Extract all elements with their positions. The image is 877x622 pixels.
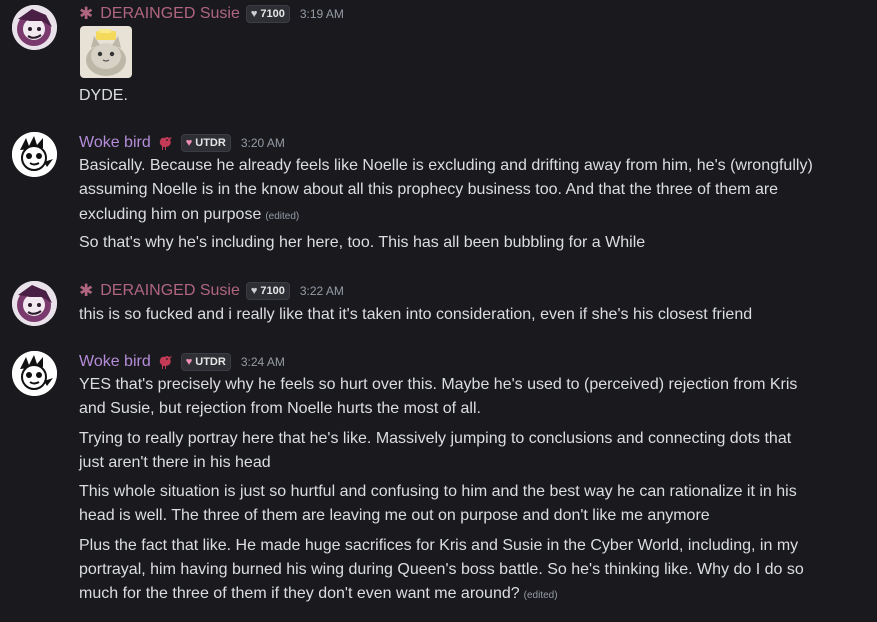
role-tag[interactable]: ♥ 7100 [245,5,290,23]
message-line: portrayal, him having burned his wing du… [79,558,859,582]
message-line: YES that's precisely why he feels so hur… [79,373,859,397]
cat-with-butter-sticker[interactable] [80,26,132,78]
message-text: assuming Noelle is in the know about all… [79,181,779,198]
timestamp[interactable]: 3:20 AM [241,136,285,150]
message-line: much for the three of them if they don't… [79,582,859,608]
message-text: this is so fucked and i really like that… [79,306,753,323]
message-text: head is well. The three of them are leav… [79,507,710,524]
avatar[interactable] [12,281,57,326]
message-text: excluding him on purpose [79,206,262,223]
avatar[interactable] [12,351,57,396]
message-line: excluding him on purpose (edited) [79,203,859,229]
author-name[interactable]: DERAINGED Susie [100,281,240,301]
message-line: assuming Noelle is in the know about all… [79,178,859,202]
role-tag-label: 7100 [260,285,285,297]
message-line: this is so fucked and i really like that… [79,303,859,327]
message-text: So that's why he's including her here, t… [79,234,646,251]
message-line: This whole situation is just so hurtful … [79,480,859,504]
message-line: head is well. The three of them are leav… [79,504,859,528]
message-text: Trying to really portray here that he's … [79,430,792,447]
message-text: YES that's precisely why he feels so hur… [79,376,798,393]
bird-emoji-icon [157,353,175,371]
message-text: Basically. Because he already feels like… [79,157,813,174]
edited-label[interactable]: (edited) [265,211,299,222]
message-line: Plus the fact that like. He made huge sa… [79,534,859,558]
message-line: So that's why he's including her here, t… [79,231,859,255]
message-text: just aren't there in his head [79,454,271,471]
message-text: DYDE. [79,87,128,104]
edited-label[interactable]: (edited) [524,590,558,601]
message-line: just aren't there in his head [79,451,859,475]
message-text: much for the three of them if they don't… [79,585,520,602]
author-name[interactable]: DERAINGED Susie [100,4,240,24]
grey-heart-icon: ♥ [250,284,258,297]
avatar[interactable] [12,132,57,177]
message-line: DYDE. [79,84,859,108]
role-tag-label: 7100 [260,8,285,20]
message-text: portrayal, him having burned his wing du… [79,561,804,578]
author-name[interactable]: Woke bird [79,352,151,372]
avatar[interactable] [12,5,57,50]
role-tag-label: UTDR [195,356,226,368]
author-prefix-icon: ✱ [79,4,94,23]
message-line: Trying to really portray here that he's … [79,427,859,451]
role-tag[interactable]: ♥ UTDR [180,134,231,152]
author-prefix-icon: ✱ [79,281,94,300]
role-tag[interactable]: ♥ 7100 [245,282,290,300]
grey-heart-icon: ♥ [250,7,258,20]
pink-heart-icon: ♥ [185,355,193,368]
role-tag[interactable]: ♥ UTDR [180,353,231,371]
message-text: This whole situation is just so hurtful … [79,483,797,500]
message-text: Plus the fact that like. He made huge sa… [79,537,799,554]
timestamp[interactable]: 3:24 AM [241,355,285,369]
role-tag-label: UTDR [195,137,226,149]
message-text: and Susie, but rejection from Noelle hur… [79,400,481,417]
bird-emoji-icon [157,134,175,152]
timestamp[interactable]: 3:22 AM [300,284,344,298]
author-name[interactable]: Woke bird [79,133,151,153]
message-line: and Susie, but rejection from Noelle hur… [79,397,859,421]
pink-heart-icon: ♥ [185,136,193,149]
message-line: Basically. Because he already feels like… [79,154,859,178]
timestamp[interactable]: 3:19 AM [300,7,344,21]
